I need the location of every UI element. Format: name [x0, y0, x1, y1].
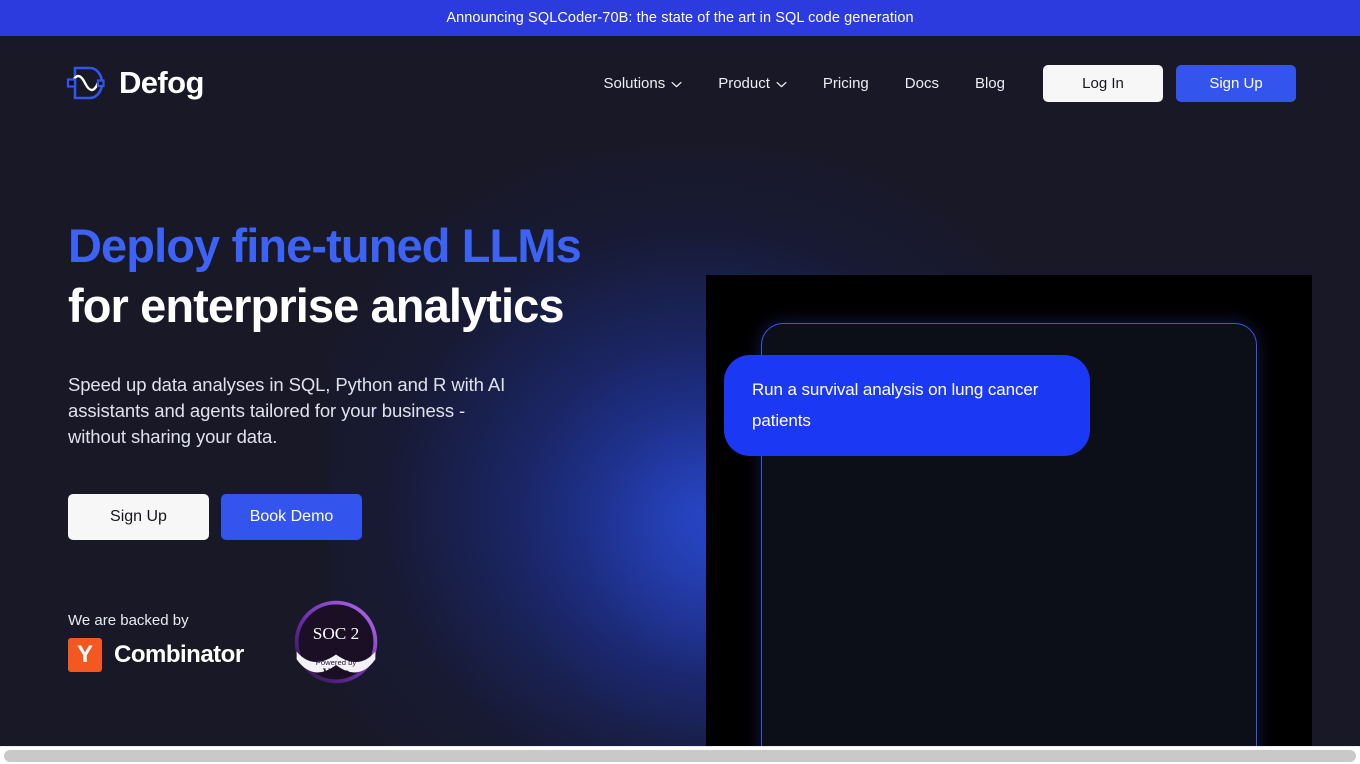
main-navbar: Defog Solutions Product Pricing Docs Blo… — [0, 36, 1360, 130]
y-combinator-wordmark: Combinator — [114, 641, 244, 668]
book-demo-button[interactable]: Book Demo — [221, 494, 362, 540]
chevron-down-icon — [671, 81, 682, 87]
scrollbar-thumb[interactable] — [4, 750, 1356, 762]
nav-item-product-label: Product — [718, 74, 770, 92]
backed-by-column: We are backed by Y Combinator — [68, 612, 288, 672]
y-combinator-logo-icon: Y Combinator — [68, 638, 288, 672]
hero-cta-row: Sign Up Book Demo — [68, 494, 706, 540]
backed-by-section: We are backed by Y Combinator SOC 2 Powe… — [68, 594, 706, 690]
svg-text:Vanta: Vanta — [323, 668, 350, 679]
soc2-vanta-badge-icon: SOC 2 Powered by Vanta — [294, 600, 378, 684]
nav-item-pricing[interactable]: Pricing — [823, 75, 869, 92]
nav-item-blog[interactable]: Blog — [975, 75, 1005, 92]
svg-text:SOC 2: SOC 2 — [313, 624, 360, 643]
hero-signup-button[interactable]: Sign Up — [68, 494, 209, 540]
horizontal-scrollbar[interactable] — [0, 746, 1360, 764]
nav-item-product[interactable]: Product — [718, 75, 787, 92]
hero-copy-column: Deploy fine-tuned LLMs for enterprise an… — [0, 130, 706, 690]
nav-item-pricing-label: Pricing — [822, 74, 869, 92]
nav-item-blog-label: Blog — [974, 74, 1005, 92]
brand-logo[interactable]: Defog — [66, 63, 204, 103]
hero-section: Deploy fine-tuned LLMs for enterprise an… — [0, 130, 1360, 746]
demo-panel: Run a survival analysis on lung cancer p… — [706, 275, 1312, 746]
headline-line-1: Deploy fine-tuned LLMs — [68, 219, 582, 272]
hero-subcopy: Speed up data analyses in SQL, Python an… — [68, 374, 506, 447]
nav-item-docs-label: Docs — [904, 74, 939, 92]
defog-waveform-d-icon — [66, 66, 105, 100]
announcement-text: Announcing SQLCoder-70B: the state of th… — [446, 10, 914, 26]
backed-by-label: We are backed by — [68, 612, 189, 629]
nav-item-solutions[interactable]: Solutions — [604, 75, 683, 92]
login-button[interactable]: Log In — [1043, 64, 1163, 102]
page-root: Announcing SQLCoder-70B: the state of th… — [0, 0, 1360, 746]
navbar-links: Solutions Product Pricing Docs Blog — [604, 75, 1006, 92]
svg-text:Powered by: Powered by — [316, 658, 357, 667]
chat-message-bubble[interactable]: Run a survival analysis on lung cancer p… — [724, 355, 1090, 456]
brand-name: Defog — [119, 65, 204, 100]
nav-item-docs[interactable]: Docs — [905, 75, 939, 92]
page-title: Deploy fine-tuned LLMs for enterprise an… — [68, 216, 706, 336]
announcement-banner[interactable]: Announcing SQLCoder-70B: the state of th… — [0, 0, 1360, 36]
nav-item-solutions-label: Solutions — [603, 74, 666, 92]
nav-signup-button[interactable]: Sign Up — [1176, 64, 1296, 102]
y-combinator-mark: Y — [68, 638, 102, 672]
chevron-down-icon — [776, 81, 787, 87]
navbar-actions: Log In Sign Up — [1043, 64, 1296, 102]
headline-line-2: for enterprise analytics — [68, 279, 565, 332]
